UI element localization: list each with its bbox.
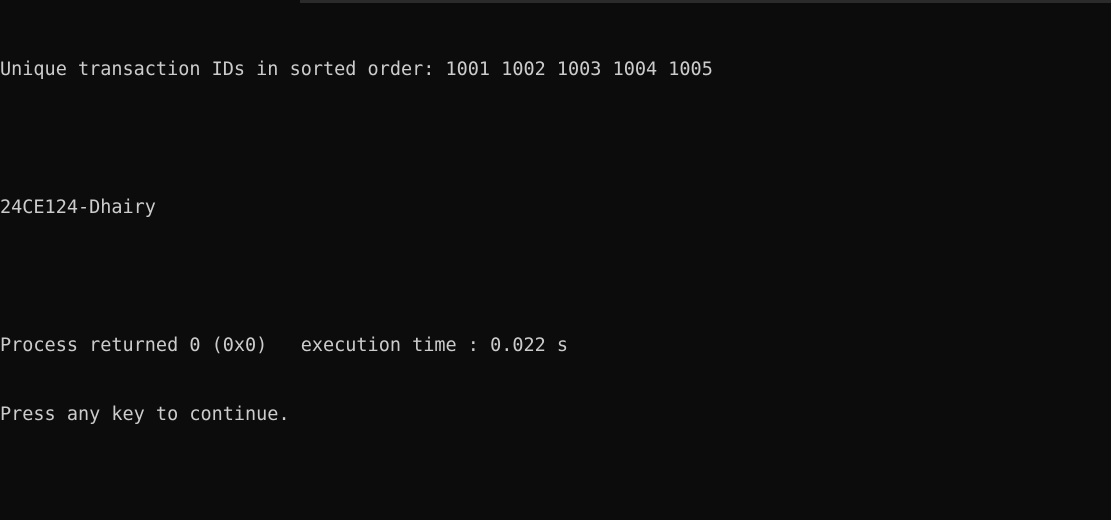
window-top-edge: [300, 0, 1111, 3]
output-line-process-returned: Process returned 0 (0x0) execution time …: [0, 335, 569, 356]
console-output: Unique transaction IDs in sorted order: …: [0, 12, 713, 472]
output-line-student-id: 24CE124-Dhairy: [0, 197, 156, 218]
console-window[interactable]: Unique transaction IDs in sorted order: …: [0, 0, 1111, 520]
output-line-blank: [0, 265, 713, 288]
output-line-press-any-key: Press any key to continue.: [0, 404, 290, 425]
output-line-blank: [0, 127, 713, 150]
output-line-sorted-ids: Unique transaction IDs in sorted order: …: [0, 59, 713, 80]
